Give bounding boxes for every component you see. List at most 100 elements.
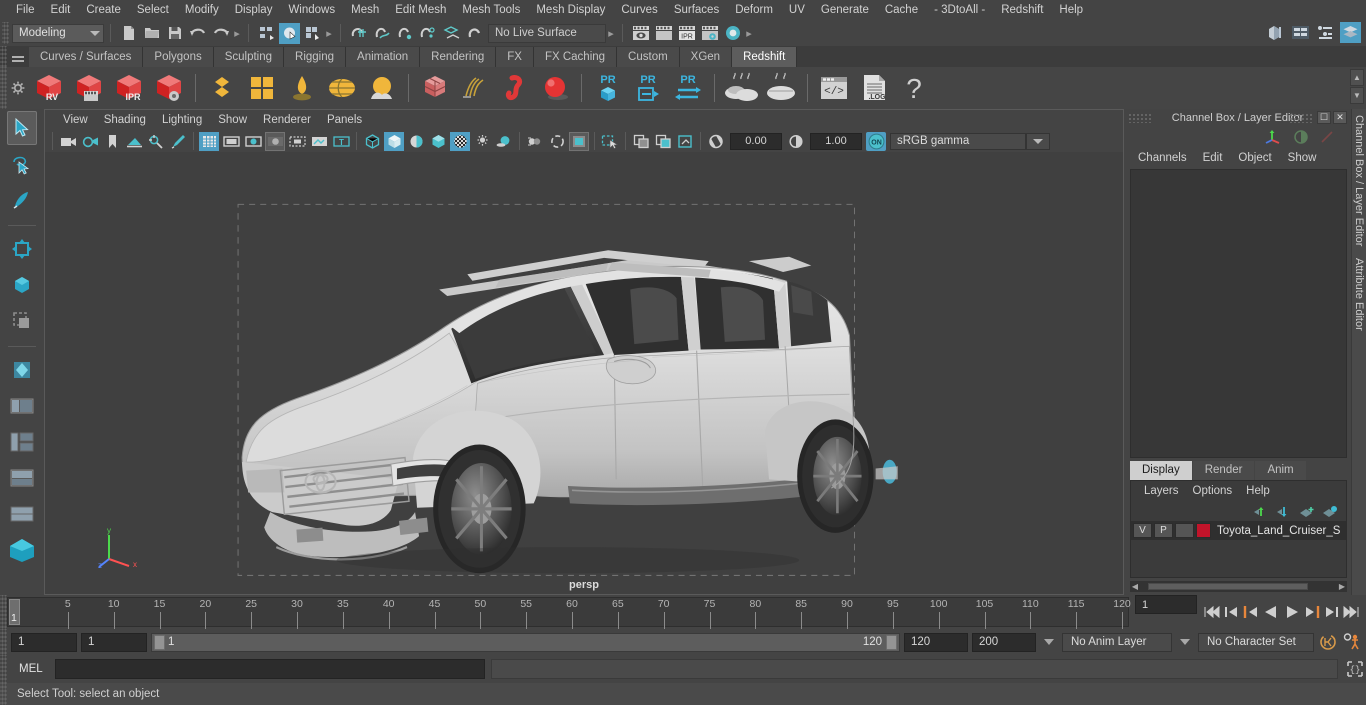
- range-end-handle[interactable]: [886, 634, 897, 650]
- playback-end-field[interactable]: 120: [904, 632, 968, 652]
- persp-viewport[interactable]: y x z persp: [45, 152, 1123, 594]
- create-layer-from-selected-icon[interactable]: [1322, 505, 1338, 518]
- shelf-tab-animation[interactable]: Animation: [346, 47, 421, 67]
- snap-curve-icon[interactable]: [371, 23, 392, 44]
- slider-icon[interactable]: [1319, 129, 1335, 145]
- redshift-light-spot-icon[interactable]: [282, 69, 322, 107]
- menu-mesh-display[interactable]: Mesh Display: [528, 0, 613, 20]
- safe-title-icon[interactable]: T: [331, 132, 351, 151]
- image-plane-icon[interactable]: [124, 132, 144, 151]
- shelf-grip[interactable]: [0, 46, 7, 67]
- motion-blur-icon[interactable]: [525, 132, 545, 151]
- scroll-left-icon[interactable]: ◀: [1130, 582, 1140, 591]
- show-hide-tool-settings-icon[interactable]: [1315, 22, 1336, 43]
- paint-select-tool-button[interactable]: [7, 183, 37, 217]
- camera-attributes-icon[interactable]: [80, 132, 100, 151]
- menu-edit-mesh[interactable]: Edit Mesh: [387, 0, 454, 20]
- animation-end-field[interactable]: 200: [972, 632, 1036, 652]
- menu-generate[interactable]: Generate: [813, 0, 877, 20]
- multisample-aa-icon[interactable]: [547, 132, 567, 151]
- shelf-tab-sculpting[interactable]: Sculpting: [213, 47, 285, 67]
- ipr-render-icon[interactable]: IPR: [676, 23, 697, 44]
- redshift-log-icon[interactable]: .LOG: [854, 69, 894, 107]
- redshift-proxy-import-icon[interactable]: PR: [628, 69, 668, 107]
- redshift-bake-set-icon[interactable]: [761, 69, 801, 107]
- viewport-menu-panels[interactable]: Panels: [319, 110, 370, 130]
- redshift-volume-icon[interactable]: [495, 69, 535, 107]
- resolution-gate-icon[interactable]: [243, 132, 263, 151]
- color-management-on-icon[interactable]: ON: [866, 131, 886, 151]
- step-back-frame-icon[interactable]: [1224, 605, 1239, 619]
- redshift-ipr-icon[interactable]: IPR: [109, 69, 149, 107]
- last-tool-used-button[interactable]: [7, 353, 37, 387]
- select-component-icon[interactable]: [302, 23, 323, 44]
- anim-layer-field[interactable]: No Anim Layer: [1062, 632, 1172, 652]
- non-keyable-icon[interactable]: [1293, 129, 1309, 145]
- move-layer-up-icon[interactable]: [1253, 505, 1269, 518]
- layer-menu-help[interactable]: Help: [1239, 481, 1277, 501]
- new-scene-icon[interactable]: [118, 23, 139, 44]
- shelf-tab-curves-surfaces[interactable]: Curves / Surfaces: [29, 47, 144, 67]
- redo-icon[interactable]: [210, 23, 231, 44]
- help-line-grip[interactable]: [0, 683, 7, 705]
- menu-modify[interactable]: Modify: [177, 0, 227, 20]
- go-to-start-icon[interactable]: [1203, 605, 1221, 619]
- menu-file[interactable]: File: [8, 0, 43, 20]
- layer-menu-layers[interactable]: Layers: [1137, 481, 1186, 501]
- shelf-tab-rendering[interactable]: Rendering: [420, 47, 497, 67]
- shaded-wireframe-icon[interactable]: [406, 132, 426, 151]
- animation-preferences-icon[interactable]: [1342, 632, 1362, 652]
- depth-of-field-icon[interactable]: [569, 131, 589, 151]
- range-grip[interactable]: [0, 629, 7, 655]
- tab-display[interactable]: Display: [1130, 461, 1192, 480]
- show-hide-attribute-editor-icon[interactable]: [1290, 22, 1311, 43]
- select-hierarchy-icon[interactable]: [256, 23, 277, 44]
- shelf-menu-icon[interactable]: [7, 46, 29, 67]
- textured-icon[interactable]: [428, 132, 448, 151]
- show-manipulators-icon[interactable]: [1265, 129, 1283, 145]
- menu-cache[interactable]: Cache: [877, 0, 926, 20]
- shelf-tab-rigging[interactable]: Rigging: [284, 47, 347, 67]
- tab-anim[interactable]: Anim: [1255, 461, 1306, 480]
- quick-layout-outliner-persp-button[interactable]: [7, 389, 37, 423]
- create-new-layer-icon[interactable]: [1299, 505, 1315, 518]
- isolate-select-icon[interactable]: [600, 132, 620, 151]
- shelf-scroll-up-icon[interactable]: ▲: [1350, 69, 1364, 86]
- layer-row[interactable]: V P Toyota_Land_Cruiser_S: [1131, 521, 1346, 540]
- xray-icon[interactable]: [631, 132, 651, 151]
- collapse-arrow-icon[interactable]: ▸: [232, 23, 242, 43]
- xray-joints-icon[interactable]: [653, 132, 673, 151]
- rotate-tool-button[interactable]: [7, 268, 37, 302]
- viewport-menu-shading[interactable]: Shading: [96, 110, 154, 130]
- collapse-arrow-icon[interactable]: ▸: [606, 23, 616, 43]
- menu-deform[interactable]: Deform: [727, 0, 781, 20]
- gate-mask-icon[interactable]: [265, 131, 285, 151]
- redshift-light-dome-icon[interactable]: [242, 69, 282, 107]
- redshift-proxy-icon[interactable]: [415, 69, 455, 107]
- safe-action-icon[interactable]: [309, 132, 329, 151]
- viewport-menu-view[interactable]: View: [55, 110, 96, 130]
- redshift-light-physical-sun-icon[interactable]: [362, 69, 402, 107]
- viewport-menu-lighting[interactable]: Lighting: [154, 110, 210, 130]
- step-forward-key-icon[interactable]: [1304, 605, 1321, 619]
- close-icon[interactable]: ✕: [1333, 111, 1347, 124]
- redshift-hair-icon[interactable]: [455, 69, 495, 107]
- move-layer-down-icon[interactable]: [1276, 505, 1292, 518]
- channel-box-menu-channels[interactable]: Channels: [1130, 147, 1195, 169]
- xray-active-components-icon[interactable]: [675, 132, 695, 151]
- collapse-arrow-icon[interactable]: ▸: [324, 23, 334, 43]
- shelf-tab-xgen[interactable]: XGen: [679, 47, 733, 67]
- character-set-dropdown-icon[interactable]: [1180, 639, 1190, 645]
- redshift-light-area-icon[interactable]: [202, 69, 242, 107]
- command-output[interactable]: [490, 659, 1338, 679]
- shadows-icon[interactable]: [472, 132, 492, 151]
- channel-box-attribute-list[interactable]: [1130, 169, 1347, 458]
- character-set-field[interactable]: No Character Set: [1198, 632, 1314, 652]
- layer-visibility-toggle[interactable]: V: [1133, 523, 1152, 538]
- current-time-indicator[interactable]: 1: [9, 599, 20, 625]
- undock-icon[interactable]: ☐: [1317, 111, 1331, 124]
- menu-mesh[interactable]: Mesh: [343, 0, 387, 20]
- side-tab-channel-box[interactable]: Channel Box / Layer Editor: [1353, 109, 1365, 252]
- select-camera-icon[interactable]: [58, 132, 78, 151]
- use-all-lights-icon[interactable]: [450, 131, 470, 151]
